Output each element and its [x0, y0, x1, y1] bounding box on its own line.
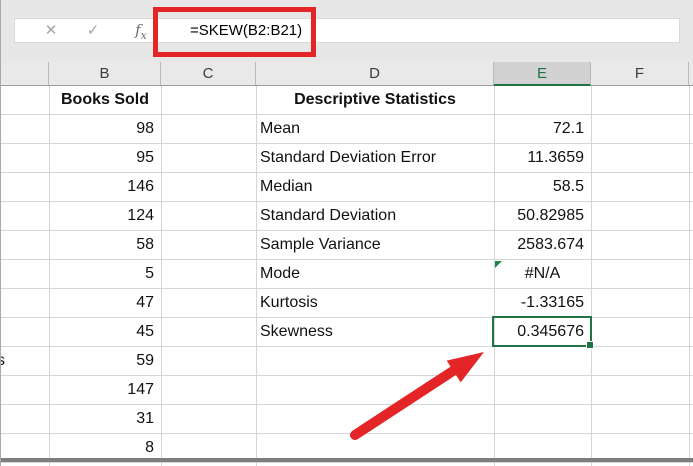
cell-e3[interactable]: 11.3659 [494, 144, 591, 172]
column-header-row: B C D E F [1, 62, 693, 86]
cell-b6[interactable]: 58 [49, 231, 161, 259]
active-cell-border [492, 316, 594, 349]
spreadsheet: B C D E F Books Sold Descriptive Statist… [1, 62, 693, 466]
row-2: 98 Mean 72.1 [1, 115, 693, 144]
excel-window: ✕ ✓ fx =SKEW(B2:B21) B C D E F Books Sol… [0, 0, 693, 466]
cell-b11[interactable]: 147 [49, 376, 161, 404]
cell-b4[interactable]: 146 [49, 173, 161, 201]
insert-function-icon[interactable]: fx [126, 19, 156, 42]
window-bottom-edge [1, 458, 693, 462]
cell-d3[interactable]: Standard Deviation Error [256, 144, 494, 172]
row-11: 147 [1, 376, 693, 405]
row-5: 124 Standard Deviation 50.82985 [1, 202, 693, 231]
cell-b7[interactable]: 5 [49, 260, 161, 288]
cell-d5[interactable]: Standard Deviation [256, 202, 494, 230]
column-header-f[interactable]: F [591, 62, 689, 85]
cell-b9[interactable]: 45 [49, 318, 161, 346]
cell-e7-error[interactable]: #N/A [494, 260, 591, 288]
formula-bar-region: ✕ ✓ fx =SKEW(B2:B21) [1, 0, 693, 62]
fx-x: x [140, 29, 147, 42]
row-10: s 59 [1, 347, 693, 376]
error-indicator-triangle[interactable] [495, 261, 502, 268]
red-highlight-rectangle [153, 7, 316, 57]
cell-b10[interactable]: 59 [49, 347, 161, 375]
column-header-e-selected[interactable]: E [494, 62, 591, 86]
row-1: Books Sold Descriptive Statistics [1, 86, 693, 115]
row-4: 146 Median 58.5 [1, 173, 693, 202]
row-6: 58 Sample Variance 2583.674 [1, 231, 693, 260]
cell-b1[interactable]: Books Sold [49, 86, 161, 114]
fill-handle[interactable] [586, 341, 594, 349]
cell-e5[interactable]: 50.82985 [494, 202, 591, 230]
cell-b12[interactable]: 31 [49, 405, 161, 433]
cell-e8[interactable]: -1.33165 [494, 289, 591, 317]
cell-d6[interactable]: Sample Variance [256, 231, 494, 259]
cell-b5[interactable]: 124 [49, 202, 161, 230]
formula-bar: ✕ ✓ fx =SKEW(B2:B21) [14, 18, 680, 43]
cell-b3[interactable]: 95 [49, 144, 161, 172]
confirm-icon[interactable]: ✓ [81, 19, 105, 42]
row-3: 95 Standard Deviation Error 11.3659 [1, 144, 693, 173]
cell-d1[interactable]: Descriptive Statistics [256, 86, 494, 114]
cell-e4[interactable]: 58.5 [494, 173, 591, 201]
cancel-icon[interactable]: ✕ [39, 19, 63, 42]
cell-grid: Books Sold Descriptive Statistics 98 Mea… [1, 86, 693, 466]
cell-d8[interactable]: Kurtosis [256, 289, 494, 317]
cell-d4[interactable]: Median [256, 173, 494, 201]
row-7: 5 Mode #N/A [1, 260, 693, 289]
column-header-a-partial[interactable] [1, 62, 49, 85]
cell-e6[interactable]: 2583.674 [494, 231, 591, 259]
cell-b8[interactable]: 47 [49, 289, 161, 317]
row-8: 47 Kurtosis -1.33165 [1, 289, 693, 318]
row-12: 31 [1, 405, 693, 434]
column-header-d[interactable]: D [256, 62, 494, 85]
cell-e2[interactable]: 72.1 [494, 115, 591, 143]
column-header-b[interactable]: B [49, 62, 161, 85]
cell-b2[interactable]: 98 [49, 115, 161, 143]
cell-d2[interactable]: Mean [256, 115, 494, 143]
cell-d7[interactable]: Mode [256, 260, 494, 288]
cell-a10-partial[interactable]: s [1, 347, 45, 375]
cell-d9[interactable]: Skewness [256, 318, 494, 346]
column-header-g-sliver [689, 62, 693, 85]
column-header-c[interactable]: C [161, 62, 256, 85]
